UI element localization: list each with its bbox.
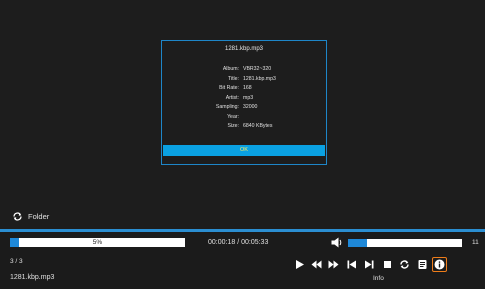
progress-percent: 5% [92, 239, 103, 246]
repeat-button[interactable] [397, 257, 412, 272]
playlist-icon [418, 260, 427, 269]
info-button[interactable] [432, 257, 447, 272]
refresh-icon [13, 211, 22, 221]
info-row-album: Album: VBR32~320 [162, 65, 326, 75]
speaker-icon[interactable] [331, 237, 344, 248]
info-value: 6840 KBytes [243, 123, 273, 129]
rewind-button[interactable] [309, 257, 324, 272]
folder-button[interactable]: Folder [12, 210, 49, 222]
info-label: Artist: [225, 94, 239, 101]
folder-label: Folder [28, 211, 50, 221]
info-label: Size: [227, 123, 239, 129]
repeat-icon [400, 260, 409, 269]
info-row-bitrate: Bit Rate: 168 [162, 84, 326, 94]
progress-bar[interactable]: 5% [10, 238, 185, 247]
playlist-button[interactable] [415, 257, 430, 272]
dialog-title: 1281.kbp.mp3 [224, 46, 264, 52]
info-value: mp3 [243, 94, 254, 101]
info-label: Bit Rate: [219, 85, 239, 91]
stop-icon [384, 261, 391, 268]
stop-button[interactable] [380, 257, 395, 272]
previous-icon [347, 260, 356, 269]
fast-forward-button[interactable] [326, 257, 341, 272]
volume-slider[interactable] [348, 239, 462, 247]
fast-forward-icon [328, 260, 339, 269]
play-button[interactable] [292, 257, 307, 272]
info-value: 168 [243, 85, 252, 91]
info-value: 32000 [243, 104, 258, 110]
info-label: Title: [227, 75, 239, 82]
current-file-name: 1281.kbp.mp3 [10, 274, 55, 281]
rewind-icon [311, 260, 322, 269]
info-label: Year: [227, 113, 239, 120]
ok-button[interactable]: OK [163, 145, 325, 156]
info-caption: Info [373, 275, 384, 282]
play-icon [296, 260, 304, 269]
file-info-dialog: 1281.kbp.mp3 Album: VBR32~320 Title: 1281.… [161, 40, 327, 165]
info-value: VBR32~320 [243, 66, 272, 72]
info-row-title: Title: 1281.kbp.mp3 [162, 75, 326, 85]
info-icon [434, 259, 445, 270]
divider [0, 229, 485, 232]
info-row-artist: Artist: mp3 [162, 94, 326, 104]
media-view: 1281.kbp.mp3 Album: VBR32~320 Title: 1281.… [0, 0, 485, 229]
info-label: Sampling: [215, 104, 239, 110]
info-row-size: Size: 6840 KBytes [162, 122, 326, 132]
track-counter: 3 / 3 [10, 258, 23, 265]
info-row-sampling: Sampling: 32000 [162, 103, 326, 113]
next-button[interactable] [362, 257, 377, 272]
volume-fill [348, 239, 368, 247]
previous-button[interactable] [344, 257, 359, 272]
info-label: Album: [222, 66, 239, 72]
info-row-year: Year: [162, 113, 326, 123]
time-display: 00:00:18 / 00:05:33 [208, 239, 269, 246]
next-icon [365, 260, 374, 269]
info-value: 1281.kbp.mp3 [243, 75, 276, 82]
volume-level: 11 [472, 239, 479, 246]
info-rows: Album: VBR32~320 Title: 1281.kbp.mp3 Bit R… [162, 65, 326, 132]
